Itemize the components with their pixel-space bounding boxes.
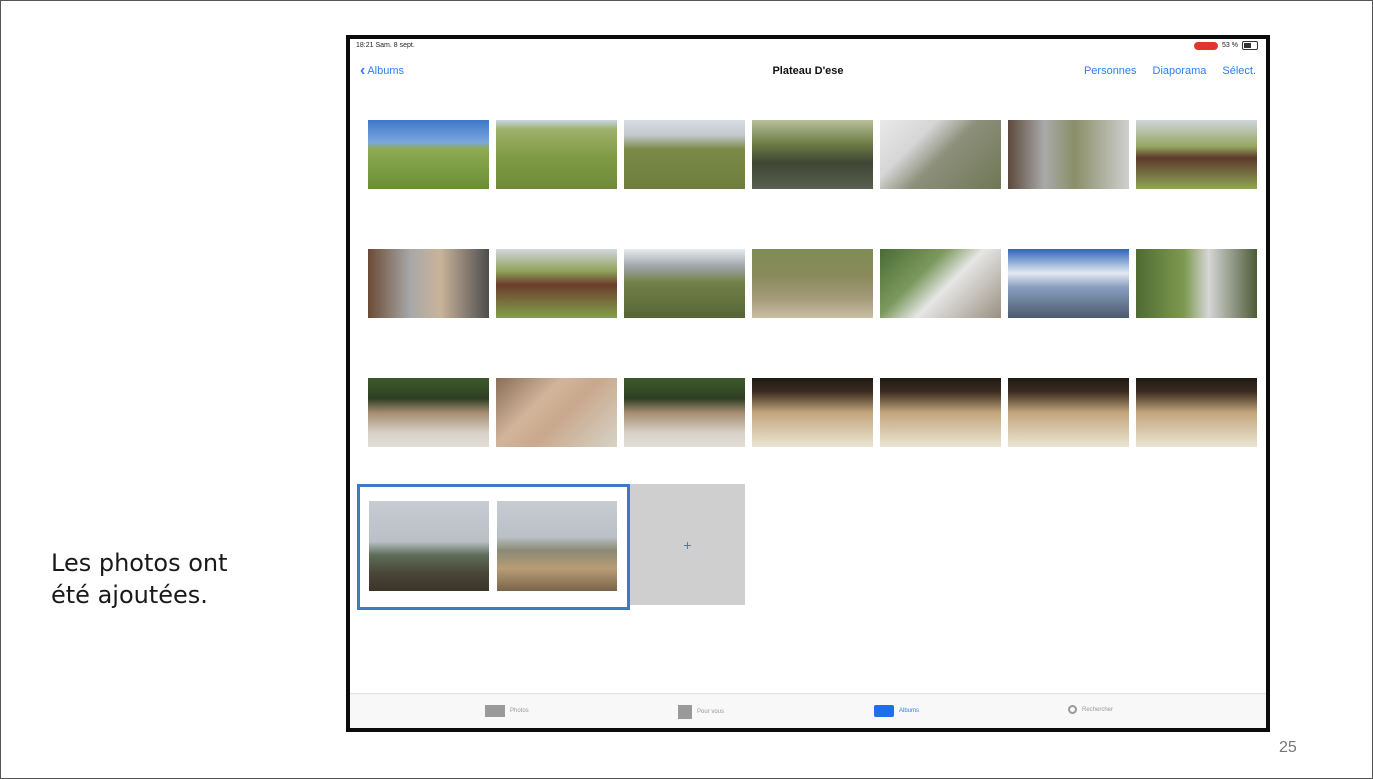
search-icon <box>1068 705 1077 714</box>
photos-icon <box>485 705 505 717</box>
photo-thumbnail[interactable] <box>624 120 745 189</box>
tab-search[interactable]: Rechercher <box>1068 705 1113 714</box>
photo-thumbnail[interactable] <box>880 378 1001 447</box>
selected-photos-group[interactable] <box>357 484 630 610</box>
tab-for-you[interactable]: Pour vous <box>678 705 724 719</box>
photo-thumbnail[interactable] <box>624 378 745 447</box>
photo-thumbnail[interactable] <box>880 120 1001 189</box>
add-photos-button[interactable]: + <box>630 484 745 605</box>
select-button[interactable]: Sélect. <box>1222 65 1256 77</box>
photo-thumbnail[interactable] <box>368 120 489 189</box>
photo-thumbnail[interactable] <box>1136 249 1257 318</box>
photo-thumbnail[interactable] <box>752 378 873 447</box>
caption-line-2: été ajoutées. <box>51 581 208 609</box>
people-button[interactable]: Personnes <box>1084 65 1137 77</box>
tab-photos[interactable]: Photos <box>485 705 529 717</box>
recording-indicator-icon <box>1194 41 1219 50</box>
status-bar: 18:21 Sam. 8 sept. 53 % <box>350 39 1266 53</box>
battery-icon <box>1242 41 1258 50</box>
albums-icon <box>874 705 894 717</box>
battery-percent: 53 % <box>1222 42 1238 49</box>
photo-thumbnail[interactable] <box>496 120 617 189</box>
tab-photos-label: Photos <box>510 708 529 714</box>
photo-thumbnail[interactable] <box>497 501 617 591</box>
photo-thumbnail[interactable] <box>1008 120 1129 189</box>
photo-thumbnail[interactable] <box>1136 378 1257 447</box>
slide: Les photos ont été ajoutées. 25 18:21 Sa… <box>0 0 1373 779</box>
photo-thumbnail[interactable] <box>752 249 873 318</box>
photo-thumbnail[interactable] <box>1008 249 1129 318</box>
photo-thumbnail[interactable] <box>1008 378 1129 447</box>
photo-thumbnail[interactable] <box>1136 120 1257 189</box>
photo-thumbnail[interactable] <box>880 249 1001 318</box>
photo-thumbnail[interactable] <box>752 120 873 189</box>
tab-albums-label: Albums <box>899 708 920 714</box>
for-you-icon <box>678 705 692 719</box>
ipad-screenshot: 18:21 Sam. 8 sept. 53 % ‹ Albums Plateau… <box>346 35 1270 732</box>
navigation-bar: ‹ Albums Plateau D'ese Personnes Diapora… <box>350 59 1266 87</box>
slide-caption: Les photos ont été ajoutées. <box>51 547 228 611</box>
nav-actions: Personnes Diaporama Sélect. <box>1084 65 1256 77</box>
photo-thumbnail[interactable] <box>369 501 489 591</box>
plus-icon: + <box>683 536 692 553</box>
photo-thumbnail[interactable] <box>496 249 617 318</box>
tab-albums[interactable]: Albums <box>874 705 919 717</box>
status-right: 53 % <box>1194 41 1258 50</box>
tab-for-you-label: Pour vous <box>697 709 725 715</box>
caption-line-1: Les photos ont <box>51 549 228 577</box>
photo-thumbnail[interactable] <box>368 249 489 318</box>
tab-search-label: Rechercher <box>1082 706 1114 713</box>
photo-thumbnail[interactable] <box>496 378 617 447</box>
photo-thumbnail[interactable] <box>368 378 489 447</box>
page-number: 25 <box>1279 739 1297 756</box>
tab-bar: Photos Pour vous Albums Rechercher <box>350 693 1266 728</box>
slideshow-button[interactable]: Diaporama <box>1153 65 1207 77</box>
photo-thumbnail[interactable] <box>624 249 745 318</box>
status-time: 18:21 Sam. 8 sept. <box>356 42 415 49</box>
